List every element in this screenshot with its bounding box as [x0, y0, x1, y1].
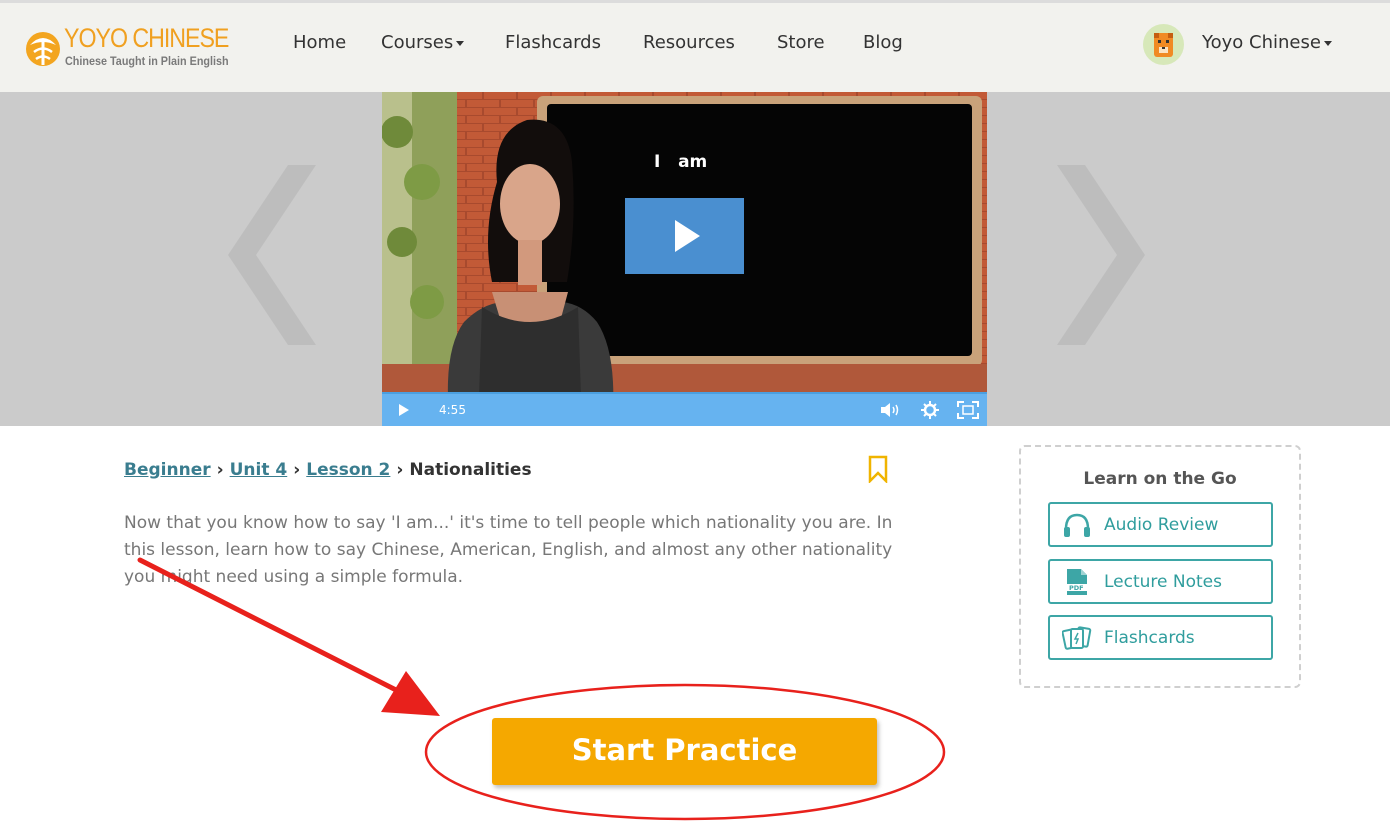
flashcards-label: Flashcards	[1104, 628, 1195, 648]
nav-flashcards[interactable]: Flashcards	[505, 32, 601, 53]
avatar[interactable]	[1143, 24, 1184, 65]
learn-on-the-go-panel: Learn on the Go Audio Review PDF Lecture…	[1019, 445, 1301, 688]
settings-icon[interactable]	[921, 401, 939, 419]
lecture-notes-label: Lecture Notes	[1104, 572, 1222, 592]
user-menu[interactable]: Yoyo Chinese	[1202, 32, 1332, 53]
breadcrumb-separator: ›	[293, 460, 301, 480]
start-practice-label: Start Practice	[571, 733, 798, 767]
audio-review-label: Audio Review	[1104, 515, 1219, 535]
play-icon	[675, 220, 700, 252]
breadcrumb-separator: ›	[216, 460, 224, 480]
svg-text:PDF: PDF	[1069, 584, 1084, 592]
play-icon[interactable]	[397, 403, 411, 417]
pdf-icon: PDF	[1067, 569, 1087, 595]
logo-title: YOYO CHINESE	[64, 23, 229, 53]
breadcrumb-beginner[interactable]: Beginner	[124, 460, 211, 480]
breadcrumb-separator: ›	[396, 460, 404, 480]
tiger-avatar-icon	[1154, 33, 1173, 57]
previous-lesson-arrow-icon[interactable]	[228, 165, 318, 345]
nav-store[interactable]: Store	[777, 32, 825, 53]
video-duration: 4:55	[439, 403, 466, 417]
next-lesson-arrow-icon[interactable]	[1055, 165, 1145, 345]
breadcrumb: Beginner › Unit 4 › Lesson 2 › Nationalities	[124, 460, 532, 480]
caret-down-icon	[1323, 40, 1332, 46]
nav-resources[interactable]: Resources	[643, 32, 735, 53]
nav-blog[interactable]: Blog	[863, 32, 903, 53]
lesson-description: Now that you know how to say 'I am...' i…	[124, 513, 893, 587]
breadcrumb-unit[interactable]: Unit 4	[230, 460, 288, 480]
audio-review-button[interactable]: Audio Review	[1048, 502, 1273, 547]
annotation-arrow-head	[381, 671, 440, 716]
start-practice-button[interactable]: Start Practice	[492, 718, 877, 785]
learn-on-the-go-title: Learn on the Go	[1083, 469, 1237, 489]
play-button[interactable]	[625, 198, 744, 274]
site-header: YOYO CHINESE Chinese Taught in Plain Eng…	[0, 3, 1390, 92]
video-caption: I am	[654, 152, 708, 172]
flashcards-button[interactable]: Flashcards	[1048, 615, 1273, 660]
logo-subtitle: Chinese Taught in Plain English	[65, 54, 229, 68]
nav-courses[interactable]: Courses	[381, 32, 465, 53]
lecture-notes-button[interactable]: PDF Lecture Notes	[1048, 559, 1273, 604]
breadcrumb-lesson[interactable]: Lesson 2	[306, 460, 390, 480]
lesson-title: Nationalities	[409, 460, 532, 480]
caret-down-icon	[456, 40, 465, 46]
flashcards-icon	[1062, 626, 1092, 650]
volume-icon[interactable]	[880, 402, 902, 418]
nav-home[interactable]: Home	[293, 32, 346, 53]
bookmark-icon[interactable]	[868, 455, 888, 483]
logo[interactable]: YOYO CHINESE Chinese Taught in Plain Eng…	[24, 23, 234, 75]
yoyo-logo-icon	[26, 32, 60, 66]
fullscreen-icon[interactable]	[957, 401, 979, 419]
headphones-icon	[1064, 513, 1090, 537]
